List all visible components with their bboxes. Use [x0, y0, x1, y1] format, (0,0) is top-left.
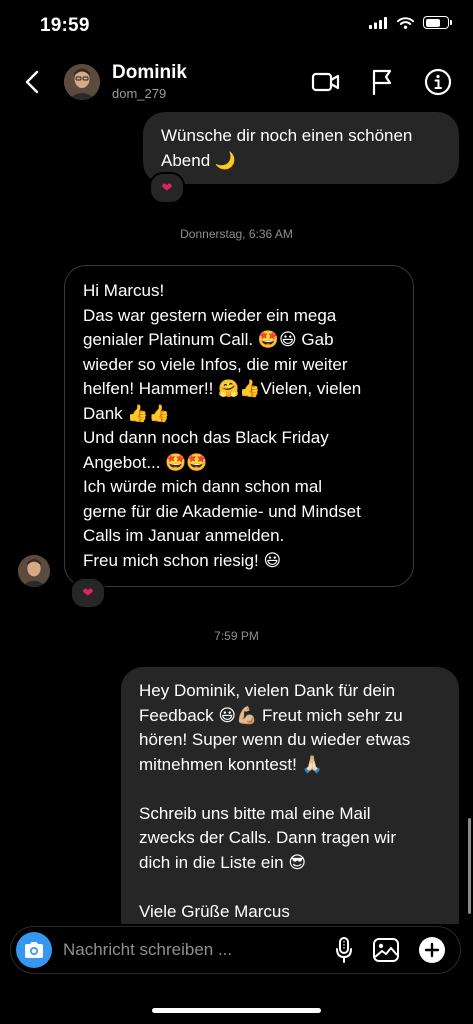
- contact-avatar[interactable]: [64, 64, 100, 100]
- message-outgoing[interactable]: Hey Dominik, vielen Dank für dein Feedba…: [121, 667, 459, 924]
- gallery-button[interactable]: [371, 935, 401, 965]
- flag-icon: [372, 69, 392, 95]
- signal-icon: [369, 16, 387, 29]
- chat-header: Dominik dom_279: [0, 56, 473, 108]
- status-time: 19:59: [40, 15, 90, 36]
- date-separator: Donnerstag, 6:36 AM: [180, 227, 293, 241]
- date-separator: 7:59 PM: [214, 629, 259, 643]
- contact-name[interactable]: Dominik: [112, 62, 187, 84]
- video-call-button[interactable]: [310, 66, 342, 98]
- add-button[interactable]: [417, 935, 447, 965]
- plus-icon: [419, 937, 445, 963]
- contact-handle[interactable]: dom_279: [112, 86, 166, 101]
- message-outgoing[interactable]: Wünsche dir noch einen schönen Abend 🌙: [143, 112, 459, 184]
- heart-icon: ❤: [82, 585, 94, 600]
- back-button[interactable]: [20, 68, 44, 96]
- home-indicator: [152, 1008, 321, 1013]
- chevron-left-icon: [25, 70, 39, 94]
- image-icon: [373, 938, 399, 962]
- wifi-icon: [397, 16, 414, 29]
- video-camera-icon: [311, 72, 340, 92]
- message-thread[interactable]: Wünsche dir noch einen schönen Abend 🌙 ❤…: [0, 108, 473, 924]
- heart-icon: ❤: [161, 180, 173, 195]
- camera-button[interactable]: [16, 932, 52, 968]
- scrollbar[interactable]: [468, 818, 471, 914]
- microphone-icon: [336, 937, 352, 963]
- report-button[interactable]: [366, 66, 398, 98]
- status-bar: 19:59: [0, 0, 473, 52]
- status-icons: [369, 16, 452, 29]
- sender-avatar[interactable]: [18, 555, 50, 587]
- voice-message-button[interactable]: [329, 935, 359, 965]
- message-reaction[interactable]: ❤: [149, 172, 185, 204]
- message-composer: [10, 926, 461, 974]
- battery-level: [425, 18, 440, 27]
- message-input[interactable]: [63, 935, 283, 965]
- info-button[interactable]: [422, 66, 454, 98]
- battery-icon: [423, 16, 452, 29]
- message-reaction[interactable]: ❤: [70, 577, 106, 609]
- info-icon: [424, 68, 452, 96]
- camera-icon: [25, 942, 43, 958]
- message-incoming[interactable]: Hi Marcus! Das war gestern wieder ein me…: [64, 265, 414, 587]
